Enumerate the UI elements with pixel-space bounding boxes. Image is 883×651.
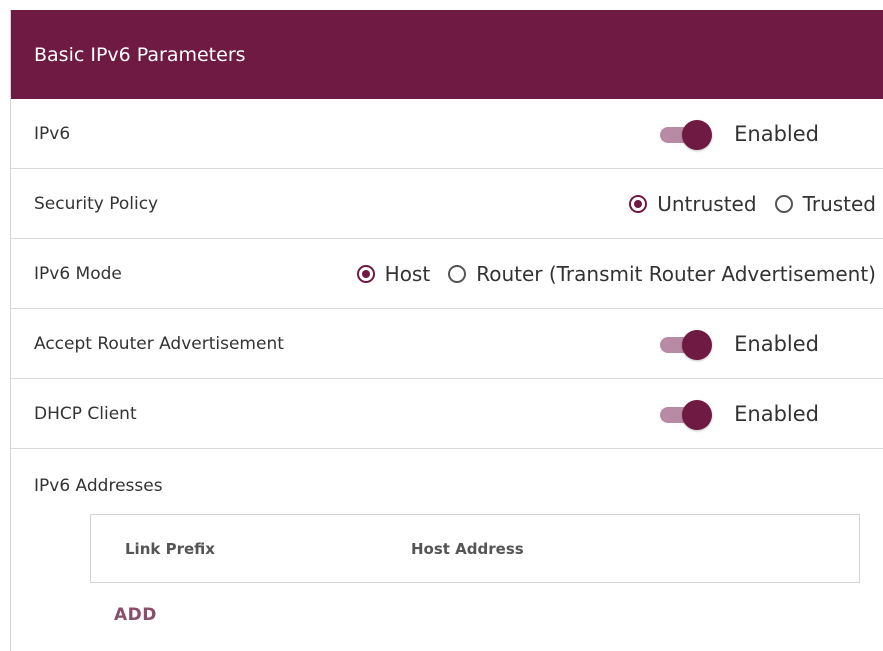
- dhcp-client-row: DHCP Client Enabled: [11, 379, 883, 449]
- accept-ra-toggle[interactable]: [660, 329, 713, 360]
- dhcp-client-toggle[interactable]: [660, 399, 713, 430]
- radio-untrusted[interactable]: Untrusted: [629, 191, 757, 216]
- ipv6-addresses-table: Link Prefix Host Address: [90, 514, 860, 583]
- ipv6-toggle-group: Enabled: [660, 119, 819, 150]
- radio-host-label: Host: [384, 261, 431, 286]
- panel-title: Basic IPv6 Parameters: [34, 43, 246, 66]
- accept-ra-toggle-state: Enabled: [734, 331, 819, 356]
- panel-header: Basic IPv6 Parameters: [11, 10, 883, 99]
- toggle-knob: [682, 119, 713, 150]
- ipv6-mode-row: IPv6 Mode Host Router (Transmit Router A…: [11, 239, 883, 309]
- radio-trusted-label: Trusted: [802, 191, 876, 216]
- dhcp-client-toggle-state: Enabled: [734, 401, 819, 426]
- radio-unselected-icon: [774, 194, 793, 213]
- column-header-host-address: Host Address: [411, 539, 524, 558]
- accept-ra-row: Accept Router Advertisement Enabled: [11, 309, 883, 379]
- ipv6-row: IPv6 Enabled: [11, 99, 883, 169]
- ipv6-toggle-state: Enabled: [734, 121, 819, 146]
- ipv6-toggle[interactable]: [660, 119, 713, 150]
- column-header-link-prefix: Link Prefix: [125, 539, 215, 558]
- radio-selected-icon: [629, 194, 648, 213]
- add-address-button[interactable]: ADD: [114, 605, 157, 625]
- ipv6-addresses-label: IPv6 Addresses: [34, 476, 163, 496]
- radio-host[interactable]: Host: [356, 261, 431, 286]
- radio-selected-icon: [356, 264, 375, 283]
- radio-unselected-icon: [448, 264, 467, 283]
- security-policy-radio-group: Untrusted Trusted: [629, 192, 876, 216]
- security-policy-label: Security Policy: [34, 193, 159, 214]
- security-policy-row: Security Policy Untrusted Trusted: [11, 169, 883, 239]
- radio-trusted[interactable]: Trusted: [774, 191, 876, 216]
- accept-ra-label: Accept Router Advertisement: [34, 333, 284, 354]
- ipv6-mode-radio-group: Host Router (Transmit Router Advertiseme…: [356, 261, 876, 286]
- dhcp-client-toggle-group: Enabled: [660, 399, 819, 430]
- dhcp-client-label: DHCP Client: [34, 403, 137, 424]
- toggle-knob: [682, 399, 713, 430]
- toggle-knob: [682, 329, 713, 360]
- ipv6-addresses-row: IPv6 Addresses: [11, 449, 883, 523]
- radio-router[interactable]: Router (Transmit Router Advertisement): [448, 262, 876, 286]
- radio-untrusted-label: Untrusted: [657, 191, 757, 216]
- ipv6-label: IPv6: [34, 123, 71, 144]
- accept-ra-toggle-group: Enabled: [660, 329, 819, 360]
- ipv6-mode-label: IPv6 Mode: [34, 263, 122, 284]
- radio-router-label: Router (Transmit Router Advertisement): [476, 261, 876, 286]
